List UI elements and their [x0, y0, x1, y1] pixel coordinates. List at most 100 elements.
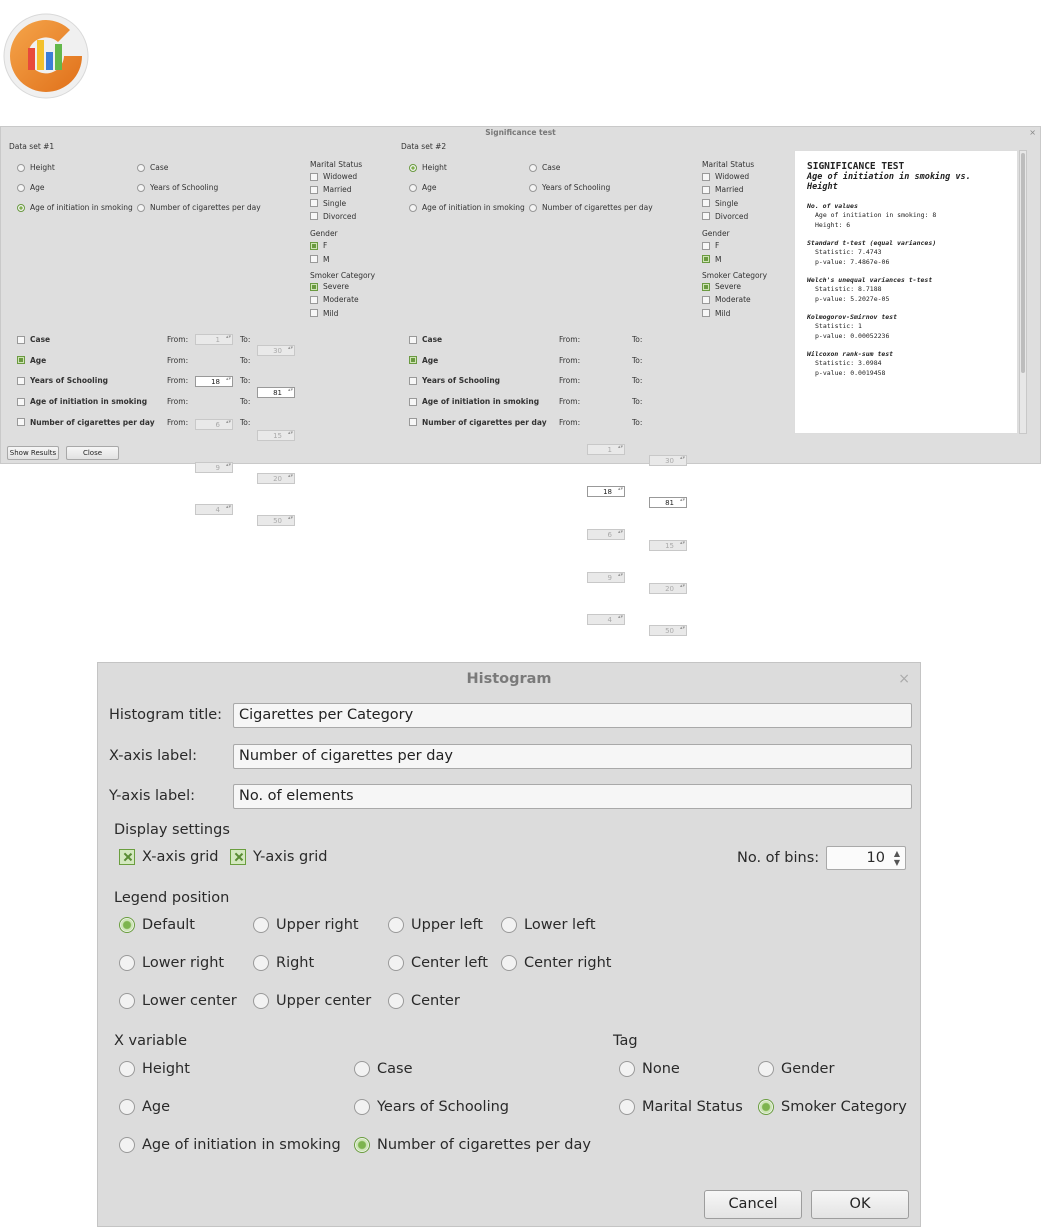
variable-radio-age[interactable]: Age [17, 183, 45, 192]
from-spinner[interactable]: 9 [587, 571, 625, 583]
y-axis-label-input[interactable]: No. of elements [233, 784, 912, 809]
filter-checkbox-case[interactable]: Case [17, 335, 50, 344]
x-variable-radio-age-of-initiation-in-smoking[interactable]: Age of initiation in smoking [119, 1137, 341, 1153]
marital-checkbox-divorced[interactable]: Divorced [702, 212, 748, 221]
variable-radio-years-of-schooling[interactable]: Years of Schooling [529, 183, 610, 192]
legend-radio-lower-right[interactable]: Lower right [119, 955, 224, 971]
from-spinner[interactable]: 1 [587, 443, 625, 455]
variable-radio-age-of-initiation-in-smoking[interactable]: Age of initiation in smoking [17, 203, 133, 212]
filter-checkbox-age[interactable]: Age [409, 356, 438, 365]
from-spinner[interactable]: 4 [587, 614, 625, 626]
legend-radio-upper-right[interactable]: Upper right [253, 917, 359, 933]
legend-radio-center-left[interactable]: Center left [388, 955, 488, 971]
to-spinner[interactable]: 15 [649, 539, 687, 551]
y-axis-grid-checkbox[interactable]: Y-axis grid [230, 849, 327, 865]
gender-checkbox-f[interactable]: F [310, 241, 327, 250]
from-spinner[interactable]: 1 [195, 333, 233, 345]
legend-radio-center-right[interactable]: Center right [501, 955, 611, 971]
marital-checkbox-divorced[interactable]: Divorced [310, 212, 356, 221]
x-axis-grid-checkbox[interactable]: X-axis grid [119, 849, 219, 865]
variable-radio-number-of-cigarettes-per-day[interactable]: Number of cigarettes per day [529, 203, 653, 212]
variable-label: Age [422, 183, 437, 192]
marital-checkbox-married[interactable]: Married [310, 185, 352, 194]
to-spinner[interactable]: 20 [649, 582, 687, 594]
gender-checkbox-m[interactable]: M [702, 255, 721, 264]
from-spinner[interactable]: 18 [195, 376, 233, 388]
legend-radio-center[interactable]: Center [388, 993, 460, 1009]
smoker-checkbox-mild[interactable]: Mild [310, 309, 338, 318]
legend-radio-lower-left[interactable]: Lower left [501, 917, 596, 933]
to-spinner[interactable]: 50 [257, 515, 295, 527]
from-spinner[interactable]: 18 [587, 486, 625, 498]
x-variable-radio-height[interactable]: Height [119, 1061, 190, 1077]
tag-radio-gender[interactable]: Gender [758, 1061, 834, 1077]
show-results-button[interactable]: Show Results [7, 446, 59, 460]
variable-radio-age-of-initiation-in-smoking[interactable]: Age of initiation in smoking [409, 203, 525, 212]
results-line: Statistic: 8.7188 [815, 285, 882, 293]
x-variable-radio-number-of-cigarettes-per-day[interactable]: Number of cigarettes per day [354, 1137, 591, 1153]
filter-checkbox-years-of-schooling[interactable]: Years of Schooling [17, 376, 108, 385]
marital-checkbox-widowed[interactable]: Widowed [702, 172, 749, 181]
variable-radio-height[interactable]: Height [409, 163, 447, 172]
x-variable-radio-years-of-schooling[interactable]: Years of Schooling [354, 1099, 509, 1115]
filter-checkbox-age[interactable]: Age [17, 356, 46, 365]
legend-radio-default[interactable]: Default [119, 917, 195, 933]
close-button[interactable]: Close [66, 446, 119, 460]
to-spinner[interactable]: 81 [649, 497, 687, 509]
radio-icon [119, 917, 135, 933]
close-icon[interactable]: × [1029, 127, 1036, 138]
histogram-title-input[interactable]: Cigarettes per Category [233, 703, 912, 728]
from-spinner[interactable]: 6 [195, 418, 233, 430]
to-spinner[interactable]: 15 [257, 429, 295, 441]
spinner-arrows-icon[interactable]: ▲ ▼ [891, 849, 903, 867]
smoker-checkbox-mild[interactable]: Mild [702, 309, 730, 318]
marital-checkbox-married[interactable]: Married [702, 185, 744, 194]
smoker-checkbox-moderate[interactable]: Moderate [702, 295, 751, 304]
bins-spinner[interactable]: 10 ▲ ▼ [826, 846, 906, 870]
filter-checkbox-case[interactable]: Case [409, 335, 442, 344]
filter-checkbox-number-of-cigarettes-per-day[interactable]: Number of cigarettes per day [409, 418, 547, 427]
smoker-checkbox-severe[interactable]: Severe [310, 282, 349, 291]
smoker-checkbox-severe[interactable]: Severe [702, 282, 741, 291]
x-variable-radio-case[interactable]: Case [354, 1061, 413, 1077]
to-spinner[interactable]: 50 [649, 625, 687, 637]
marital-checkbox-widowed[interactable]: Widowed [310, 172, 357, 181]
gender-checkbox-m[interactable]: M [310, 255, 329, 264]
gender-checkbox-f[interactable]: F [702, 241, 719, 250]
variable-radio-case[interactable]: Case [137, 163, 168, 172]
to-spinner[interactable]: 20 [257, 472, 295, 484]
filter-checkbox-years-of-schooling[interactable]: Years of Schooling [409, 376, 500, 385]
legend-option-label: Upper right [276, 917, 359, 933]
marital-checkbox-single[interactable]: Single [310, 199, 346, 208]
tag-radio-marital-status[interactable]: Marital Status [619, 1099, 743, 1115]
variable-radio-height[interactable]: Height [17, 163, 55, 172]
legend-radio-lower-center[interactable]: Lower center [119, 993, 237, 1009]
marital-checkbox-single[interactable]: Single [702, 199, 738, 208]
from-spinner[interactable]: 4 [195, 504, 233, 516]
from-spinner[interactable]: 6 [587, 528, 625, 540]
legend-radio-upper-left[interactable]: Upper left [388, 917, 483, 933]
smoker-checkbox-moderate[interactable]: Moderate [310, 295, 359, 304]
filter-checkbox-age-of-initiation-in-smoking[interactable]: Age of initiation in smoking [409, 397, 539, 406]
filter-checkbox-number-of-cigarettes-per-day[interactable]: Number of cigarettes per day [17, 418, 155, 427]
filter-checkbox-age-of-initiation-in-smoking[interactable]: Age of initiation in smoking [17, 397, 147, 406]
variable-radio-age[interactable]: Age [409, 183, 437, 192]
x-variable-radio-age[interactable]: Age [119, 1099, 170, 1115]
variable-radio-number-of-cigarettes-per-day[interactable]: Number of cigarettes per day [137, 203, 261, 212]
to-spinner[interactable]: 30 [257, 344, 295, 356]
from-spinner[interactable]: 9 [195, 461, 233, 473]
variable-radio-years-of-schooling[interactable]: Years of Schooling [137, 183, 218, 192]
close-icon[interactable]: × [898, 663, 910, 695]
cancel-button[interactable]: Cancel [704, 1190, 802, 1219]
to-spinner[interactable]: 30 [649, 454, 687, 466]
legend-radio-upper-center[interactable]: Upper center [253, 993, 371, 1009]
variable-radio-case[interactable]: Case [529, 163, 560, 172]
x-axis-label-input[interactable]: Number of cigarettes per day [233, 744, 912, 769]
tag-radio-none[interactable]: None [619, 1061, 680, 1077]
legend-radio-right[interactable]: Right [253, 955, 314, 971]
radio-icon [354, 1061, 370, 1077]
ok-button[interactable]: OK [811, 1190, 909, 1219]
tag-radio-smoker-category[interactable]: Smoker Category [758, 1099, 907, 1115]
to-spinner[interactable]: 81 [257, 387, 295, 399]
results-scrollbar[interactable] [1019, 150, 1027, 434]
